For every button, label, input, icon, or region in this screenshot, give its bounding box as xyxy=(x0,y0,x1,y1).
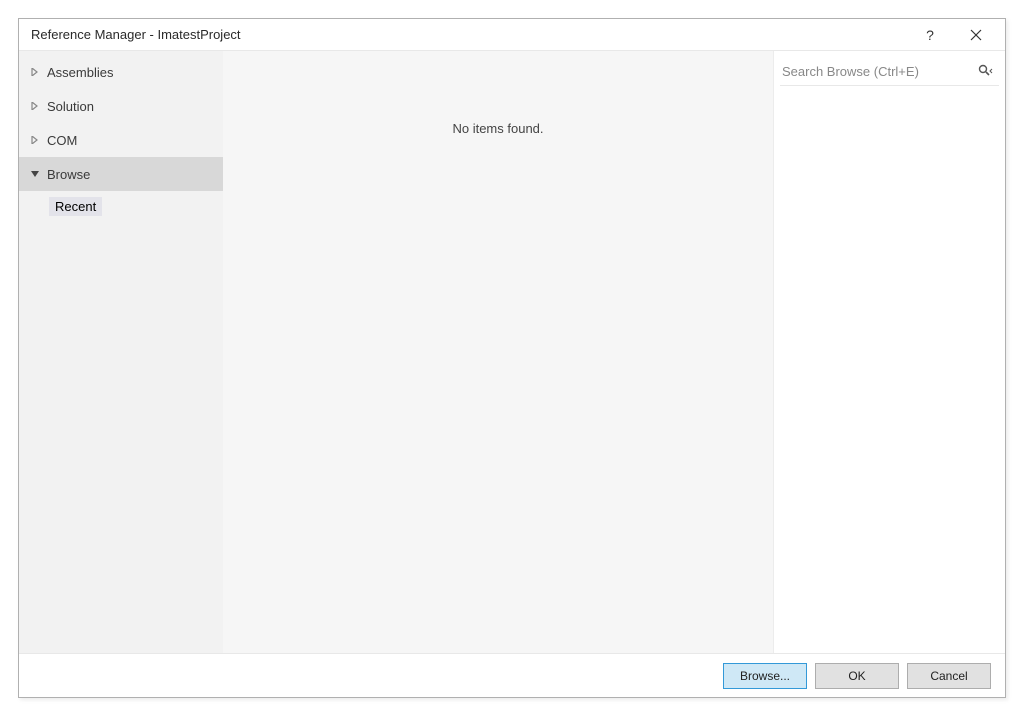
dialog-body: Assemblies Solution COM Browse xyxy=(19,51,1005,653)
sidebar-item-assemblies[interactable]: Assemblies xyxy=(19,55,223,89)
sidebar-item-label: Browse xyxy=(47,167,90,182)
sidebar-subitem-label: Recent xyxy=(49,197,102,216)
sidebar-subitem-recent[interactable]: Recent xyxy=(19,191,223,221)
footer: Browse... OK Cancel xyxy=(19,653,1005,697)
chevron-down-icon xyxy=(29,168,41,180)
help-button[interactable]: ? xyxy=(907,20,953,50)
sidebar-item-solution[interactable]: Solution xyxy=(19,89,223,123)
cancel-button[interactable]: Cancel xyxy=(907,663,991,689)
browse-button[interactable]: Browse... xyxy=(723,663,807,689)
titlebar: Reference Manager - ImatestProject ? xyxy=(19,19,1005,51)
sidebar: Assemblies Solution COM Browse xyxy=(19,51,223,653)
main-content: No items found. xyxy=(223,51,773,653)
search-input[interactable] xyxy=(780,60,973,83)
sidebar-item-com[interactable]: COM xyxy=(19,123,223,157)
chevron-right-icon xyxy=(29,66,41,78)
sidebar-item-label: Solution xyxy=(47,99,94,114)
sidebar-item-browse[interactable]: Browse xyxy=(19,157,223,191)
sidebar-item-label: COM xyxy=(47,133,77,148)
search-icon[interactable] xyxy=(973,64,999,78)
reference-manager-dialog: Reference Manager - ImatestProject ? Ass… xyxy=(18,18,1006,698)
divider xyxy=(780,85,999,86)
sidebar-item-label: Assemblies xyxy=(47,65,113,80)
close-icon xyxy=(970,29,982,41)
chevron-right-icon xyxy=(29,100,41,112)
empty-message: No items found. xyxy=(452,121,543,136)
chevron-right-icon xyxy=(29,134,41,146)
ok-button[interactable]: OK xyxy=(815,663,899,689)
close-button[interactable] xyxy=(953,20,999,50)
search-box[interactable] xyxy=(780,57,999,85)
dialog-title: Reference Manager - ImatestProject xyxy=(31,27,907,42)
right-panel xyxy=(773,51,1005,653)
